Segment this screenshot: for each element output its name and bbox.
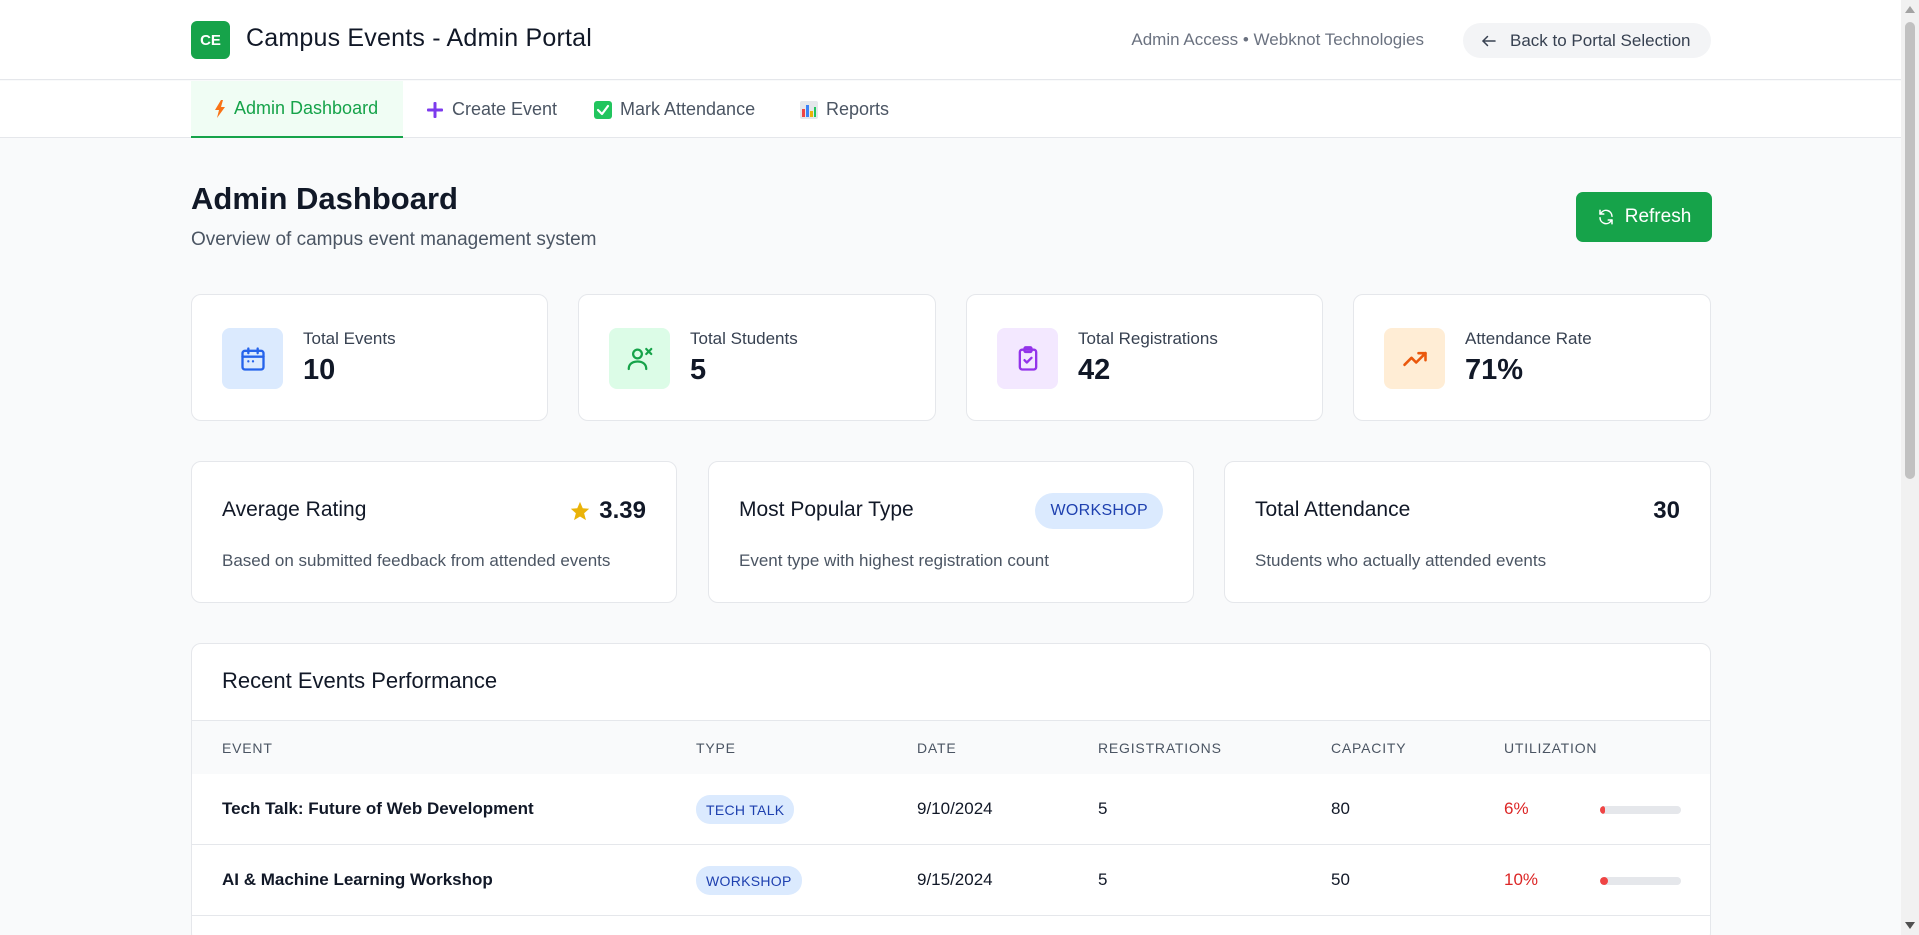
stat-value: 71%	[1465, 354, 1524, 386]
column-header-type: TYPE	[696, 740, 736, 756]
type-badge: WORKSHOP	[1035, 493, 1163, 529]
tab-label: Admin Dashboard	[234, 98, 379, 118]
table-row[interactable]: Tech Talk: Future of Web Development TEC…	[192, 774, 1710, 845]
registrations-count: 5	[1098, 870, 1108, 889]
scrollbar-thumb[interactable]	[1905, 22, 1915, 479]
refresh-icon	[1598, 209, 1613, 225]
card-description: Event type with highest registration cou…	[739, 551, 1049, 570]
stat-value: 42	[1078, 354, 1111, 386]
users-icon	[609, 328, 670, 389]
calendar-icon	[222, 328, 283, 389]
card-description: Students who actually attended events	[1255, 551, 1547, 570]
event-name: Tech Talk: Future of Web Development	[222, 799, 534, 818]
plus-icon	[426, 101, 444, 119]
tab-mark-attendance[interactable]: Mark Attendance	[594, 81, 755, 138]
card-title: Average Rating	[222, 498, 367, 521]
type-badge: TECH TALK	[696, 795, 795, 824]
utilization-bar	[1600, 877, 1681, 885]
back-button-label: Back to Portal Selection	[1510, 30, 1691, 50]
tab-admin-dashboard[interactable]: Admin Dashboard	[191, 81, 403, 138]
checkbox-icon	[594, 100, 612, 119]
table-header: EVENT TYPE DATE REGISTRATIONS CAPACITY U…	[192, 720, 1710, 774]
attendance-value: 30	[1653, 497, 1680, 524]
stat-label: Attendance Rate	[1465, 329, 1592, 348]
star-icon	[571, 501, 590, 521]
stat-label: Total Students	[690, 329, 798, 348]
column-header-event: EVENT	[222, 740, 273, 756]
page-scrollbar[interactable]	[1901, 0, 1919, 935]
utilization-bar-fill	[1600, 877, 1609, 885]
event-date: 9/15/2024	[917, 870, 993, 889]
column-header-registrations: REGISTRATIONS	[1098, 740, 1222, 756]
card-description: Based on submitted feedback from attende…	[222, 551, 611, 570]
scroll-down-arrow-icon[interactable]	[1905, 922, 1915, 929]
table-row[interactable]: AI & Machine Learning Workshop WORKSHOP …	[192, 845, 1710, 916]
registrations-count: 5	[1098, 799, 1108, 818]
capacity-value: 80	[1331, 799, 1350, 818]
average-rating-card: Average Rating 3.39 Based on submitted f…	[191, 461, 677, 603]
utilization-bar	[1600, 806, 1681, 814]
stat-card-total-students: Total Students 5	[578, 294, 936, 421]
column-header-utilization: UTILIZATION	[1504, 740, 1598, 756]
stat-value: 10	[303, 354, 336, 386]
rating-value: 3.39	[569, 497, 646, 525]
utilization-value: 10%	[1504, 870, 1539, 889]
event-date: 9/10/2024	[917, 799, 993, 818]
type-badge: WORKSHOP	[696, 866, 802, 895]
total-attendance-card: Total Attendance 30 Students who actuall…	[1224, 461, 1711, 603]
tab-label: Reports	[826, 99, 890, 119]
refresh-label: Refresh	[1624, 206, 1692, 227]
scroll-up-arrow-icon[interactable]	[1905, 6, 1915, 13]
arrow-left-icon	[1482, 35, 1496, 46]
org-info: Admin Access • Webknot Technologies	[1131, 30, 1424, 49]
stat-card-attendance-rate: Attendance Rate 71%	[1353, 294, 1711, 421]
table-title: Recent Events Performance	[222, 668, 498, 693]
tab-create-event[interactable]: Create Event	[426, 81, 557, 138]
most-popular-type-card: Most Popular Type WORKSHOP Event type wi…	[708, 461, 1194, 603]
column-header-date: DATE	[917, 740, 957, 756]
stat-card-total-events: Total Events 10	[191, 294, 548, 421]
lightning-icon	[214, 99, 226, 118]
card-title: Most Popular Type	[739, 498, 914, 521]
tab-label: Create Event	[452, 99, 558, 119]
rating-number: 3.39	[599, 497, 646, 524]
page-subtitle: Overview of campus event management syst…	[191, 229, 597, 250]
stat-label: Total Registrations	[1078, 329, 1218, 348]
event-name: AI & Machine Learning Workshop	[222, 870, 493, 889]
card-title: Total Attendance	[1255, 498, 1411, 521]
recent-events-table-card: Recent Events Performance EVENT TYPE DAT…	[191, 643, 1711, 935]
capacity-value: 50	[1331, 870, 1350, 889]
stat-card-total-registrations: Total Registrations 42	[966, 294, 1323, 421]
tab-label: Mark Attendance	[620, 99, 756, 119]
utilization-value: 6%	[1504, 799, 1529, 818]
page-title: Admin Dashboard	[191, 181, 458, 216]
utilization-bar-fill	[1600, 806, 1605, 814]
clipboard-check-icon	[997, 328, 1058, 389]
tab-reports[interactable]: Reports	[800, 81, 889, 138]
bar-chart-icon	[800, 100, 818, 119]
top-header: CE Campus Events - Admin Portal Admin Ac…	[0, 0, 1901, 80]
main-tabs: Admin Dashboard Create Event Mark Attend…	[0, 81, 1901, 138]
stat-label: Total Events	[303, 329, 396, 348]
stat-value: 5	[690, 354, 707, 386]
trending-up-icon	[1384, 328, 1445, 389]
app-logo: CE	[191, 21, 230, 59]
app-title: Campus Events - Admin Portal	[246, 24, 593, 52]
refresh-button[interactable]: Refresh	[1576, 192, 1712, 242]
column-header-capacity: CAPACITY	[1331, 740, 1407, 756]
back-to-portal-button[interactable]: Back to Portal Selection	[1463, 23, 1711, 58]
